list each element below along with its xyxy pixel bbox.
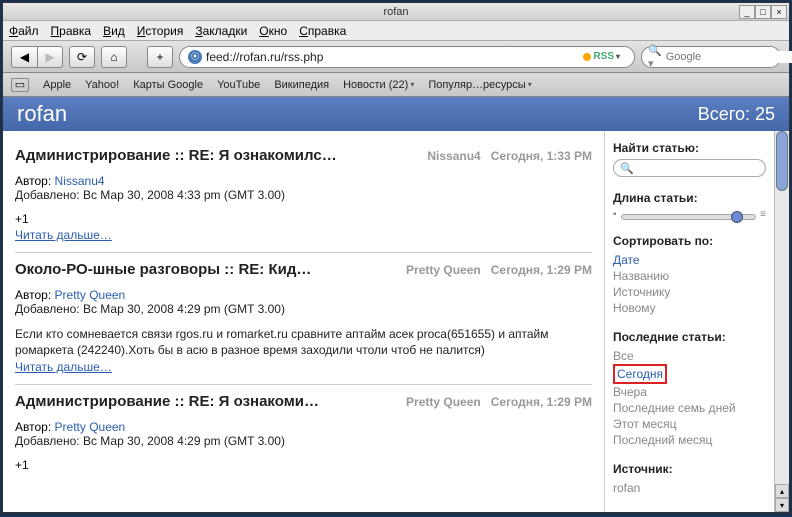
article-author: Автор: Pretty Queen — [15, 288, 592, 302]
sort-list: Дате Названию Источнику Новому — [613, 252, 766, 316]
length-slider[interactable] — [621, 214, 757, 220]
sort-new[interactable]: Новому — [613, 300, 766, 316]
read-more-link[interactable]: Читать дальше… — [15, 360, 112, 374]
bookmark-news[interactable]: Новости (22)▾ — [343, 79, 414, 91]
toolbar: ◀ ▶ ⟳ ⌂ + ⦿ RSS▾ 🔍▾ — [3, 41, 789, 73]
article-extra: +1 — [15, 212, 592, 226]
article-added: Добавлено: Вс Мар 30, 2008 4:29 pm (GMT … — [15, 302, 592, 316]
recent-month[interactable]: Этот месяц — [613, 416, 766, 432]
bookmarks-icon[interactable]: ▭ — [11, 78, 29, 92]
article-meta: Pretty Queen Сегодня, 1:29 PM — [406, 395, 592, 409]
scrollbar-thumb[interactable] — [776, 131, 788, 191]
back-button[interactable]: ◀ — [11, 46, 37, 68]
recent-lastmonth[interactable]: Последний месяц — [613, 432, 766, 448]
bookmark-popular[interactable]: Популяр…ресурсы▾ — [428, 79, 531, 91]
author-link[interactable]: Nissanu4 — [55, 174, 105, 188]
source-rofan[interactable]: rofan — [613, 480, 766, 496]
sb-recent-label: Последние статьи: — [613, 330, 766, 344]
scrollbar[interactable]: ▴ ▾ — [774, 131, 789, 512]
article-author: Автор: Pretty Queen — [15, 420, 592, 434]
slider-thumb[interactable] — [731, 211, 743, 223]
url-bar[interactable]: ⦿ RSS▾ — [179, 46, 635, 68]
menubar: Файл Правка Вид История Закладки Окно Сп… — [3, 21, 789, 41]
sort-title[interactable]: Названию — [613, 268, 766, 284]
maximize-button[interactable]: □ — [755, 5, 771, 19]
content-area: Администрирование :: RE: Я ознакомилс… N… — [3, 131, 789, 512]
search-input[interactable] — [666, 51, 792, 63]
recent-list: Все Сегодня Вчера Последние семь дней Эт… — [613, 348, 766, 448]
titlebar: rofan _ □ × — [3, 3, 789, 21]
add-button[interactable]: + — [147, 46, 173, 68]
recent-week[interactable]: Последние семь дней — [613, 400, 766, 416]
menu-help[interactable]: Справка — [299, 24, 346, 38]
scroll-up-button[interactable]: ▴ — [775, 484, 789, 498]
article-title[interactable]: Около-РО-шные разговоры :: RE: Кид… — [15, 261, 398, 278]
home-button[interactable]: ⌂ — [101, 46, 127, 68]
scrollbar-track[interactable] — [775, 131, 789, 484]
feed-icon: ⦿ — [188, 50, 202, 64]
article-added: Добавлено: Вс Мар 30, 2008 4:29 pm (GMT … — [15, 434, 592, 448]
author-link[interactable]: Pretty Queen — [55, 288, 126, 302]
search-bar[interactable]: 🔍▾ — [641, 46, 781, 68]
feed-header: rofan Всего: 25 — [3, 97, 789, 131]
sb-search[interactable]: 🔍 — [613, 159, 766, 177]
menu-bookmarks[interactable]: Закладки — [195, 24, 247, 38]
article-item: Около-РО-шные разговоры :: RE: Кид… Pret… — [15, 253, 592, 385]
slider-min-icon: ▪ — [613, 209, 617, 220]
recent-today[interactable]: Сегодня — [613, 364, 667, 384]
window-title: rofan — [3, 6, 789, 18]
article-title[interactable]: Администрирование :: RE: Я ознакомилс… — [15, 147, 419, 164]
browser-window: rofan _ □ × Файл Правка Вид История Закл… — [2, 2, 790, 513]
bookmark-apple[interactable]: Apple — [43, 79, 71, 91]
bookmarks-bar: ▭ Apple Yahoo! Карты Google YouTube Вики… — [3, 73, 789, 97]
article-added: Добавлено: Вс Мар 30, 2008 4:33 pm (GMT … — [15, 188, 592, 202]
menu-view[interactable]: Вид — [103, 24, 125, 38]
bookmark-wikipedia[interactable]: Википедия — [274, 79, 329, 91]
minimize-button[interactable]: _ — [739, 5, 755, 19]
sort-date[interactable]: Дате — [613, 252, 766, 268]
source-list: rofan — [613, 480, 766, 496]
feed-count: Всего: 25 — [698, 104, 775, 125]
forward-button[interactable]: ▶ — [37, 46, 63, 68]
scroll-down-button[interactable]: ▾ — [775, 498, 789, 512]
article-body: Если кто сомневается связи rgos.ru и rom… — [15, 326, 592, 358]
author-link[interactable]: Pretty Queen — [55, 420, 126, 434]
sb-source-label: Источник: — [613, 462, 766, 476]
article-author: Автор: Nissanu4 — [15, 174, 592, 188]
url-input[interactable] — [206, 50, 573, 64]
menu-edit[interactable]: Правка — [51, 24, 92, 38]
menu-file[interactable]: Файл — [9, 24, 39, 38]
article-meta: Pretty Queen Сегодня, 1:29 PM — [406, 263, 592, 277]
sb-search-input[interactable] — [634, 163, 759, 174]
rss-icon — [583, 53, 591, 61]
sidebar: Найти статью: 🔍 Длина статьи: ▪ ≡ Сортир… — [604, 131, 774, 512]
sb-sort-label: Сортировать по: — [613, 234, 766, 248]
rss-badge[interactable]: RSS▾ — [577, 50, 626, 63]
article-title[interactable]: Администрирование :: RE: Я ознакоми… — [15, 393, 398, 410]
close-button[interactable]: × — [771, 5, 787, 19]
article-item: Администрирование :: RE: Я ознакомилс… N… — [15, 139, 592, 253]
article-item: Администрирование :: RE: Я ознакоми… Pre… — [15, 385, 592, 482]
recent-yesterday[interactable]: Вчера — [613, 384, 766, 400]
menu-history[interactable]: История — [137, 24, 184, 38]
recent-all[interactable]: Все — [613, 348, 766, 364]
article-meta: Nissanu4 Сегодня, 1:33 PM — [427, 149, 592, 163]
bookmark-youtube[interactable]: YouTube — [217, 79, 260, 91]
window-controls: _ □ × — [739, 5, 787, 19]
search-icon: 🔍▾ — [648, 44, 662, 70]
read-more-link[interactable]: Читать дальше… — [15, 228, 112, 242]
sb-search-label: Найти статью: — [613, 141, 766, 155]
articles-list: Администрирование :: RE: Я ознакомилс… N… — [3, 131, 604, 512]
bookmark-yahoo[interactable]: Yahoo! — [85, 79, 119, 91]
slider-max-icon: ≡ — [760, 209, 766, 220]
article-extra: +1 — [15, 458, 592, 472]
bookmark-maps[interactable]: Карты Google — [133, 79, 203, 91]
feed-title: rofan — [17, 101, 67, 127]
reload-button[interactable]: ⟳ — [69, 46, 95, 68]
sb-length-label: Длина статьи: — [613, 191, 766, 205]
sort-source[interactable]: Источнику — [613, 284, 766, 300]
menu-window[interactable]: Окно — [259, 24, 287, 38]
nav-buttons: ◀ ▶ — [11, 46, 63, 68]
search-icon: 🔍 — [620, 162, 634, 175]
